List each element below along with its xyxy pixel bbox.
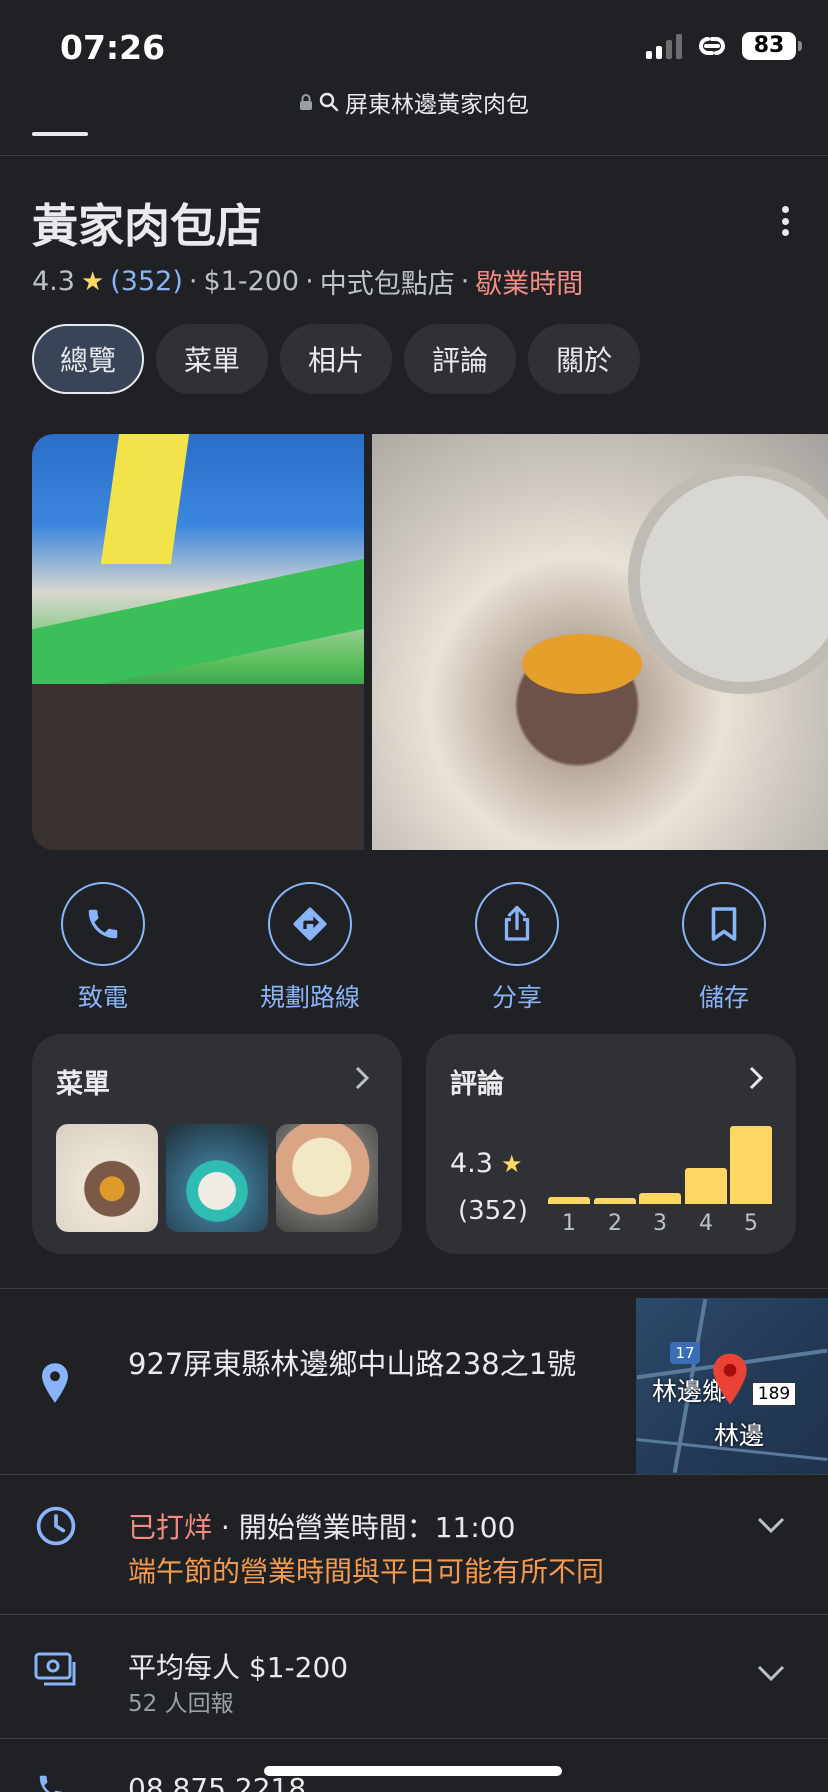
histogram-label-4: 4 <box>699 1211 713 1236</box>
phone-icon <box>61 882 145 966</box>
star-icon: ★ <box>80 266 105 297</box>
hours-separator: · <box>220 1511 230 1544</box>
map-thumbnail[interactable]: 17 林邊鄉 189 林邊 <box>636 1298 828 1474</box>
hours-status[interactable]: 歇業時間 <box>475 262 583 301</box>
directions-label: 規劃路線 <box>259 983 360 1012</box>
star-icon: ★ <box>500 1149 523 1178</box>
storefront-photo[interactable] <box>32 434 364 850</box>
section-divider <box>0 1474 828 1475</box>
active-tab-indicator <box>32 132 88 136</box>
cellular-signal-icon <box>646 33 682 59</box>
histogram-label-5: 5 <box>744 1211 758 1236</box>
closed-status: 已打烊 <box>128 1511 213 1544</box>
reviews-rating: 4.3 ★ <box>450 1148 522 1179</box>
menu-card-title: 菜單 <box>56 1069 110 1100</box>
histogram-label-3: 3 <box>653 1211 667 1236</box>
meta-separator: · <box>460 266 470 297</box>
address-bar[interactable]: 屏東林邊黃家肉包 <box>0 84 828 120</box>
action-bar: 致電 規劃路線 分享 儲存 <box>0 882 828 1012</box>
hours-summary[interactable]: 已打烊 · 開始營業時間：11:00 <box>128 1506 515 1546</box>
menu-thumbnail[interactable] <box>276 1124 378 1232</box>
histogram-bar-5 <box>730 1126 772 1204</box>
share-icon <box>475 882 559 966</box>
header-divider <box>0 155 828 156</box>
review-count-link[interactable]: (352) <box>110 266 183 297</box>
lock-icon <box>300 94 312 110</box>
rating-histogram: 1 2 3 4 5 <box>548 1100 772 1236</box>
save-label: 儲存 <box>698 983 749 1012</box>
share-label: 分享 <box>491 983 542 1012</box>
tab-menu[interactable]: 菜單 <box>156 324 269 394</box>
price-per-person: 平均每人 $1-200 <box>128 1651 349 1684</box>
meta-separator: · <box>305 266 314 297</box>
price-range: $1-200 <box>203 266 300 297</box>
map-pin-icon <box>713 1353 747 1405</box>
holiday-hours-note: 端午節的營業時間與平日可能有所不同 <box>128 1555 605 1588</box>
route-shield: 189 <box>752 1382 796 1406</box>
status-time: 07:26 <box>60 28 166 67</box>
personal-hotspot-icon <box>694 33 730 59</box>
histogram-bar-2 <box>594 1198 636 1204</box>
tab-overview[interactable]: 總覽 <box>32 324 145 394</box>
search-query: 屏東林邊黃家肉包 <box>345 92 529 118</box>
call-button[interactable]: 致電 <box>23 882 183 1014</box>
route-shield: 17 <box>670 1342 700 1364</box>
tab-about[interactable]: 關於 <box>528 324 641 394</box>
reviews-card-title: 評論 <box>450 1069 504 1100</box>
menu-thumbnail[interactable] <box>166 1124 268 1232</box>
place-title: 黃家肉包店 <box>32 199 262 253</box>
bookmark-icon <box>682 882 766 966</box>
chevron-right-icon <box>749 1066 764 1090</box>
directions-icon <box>268 882 352 966</box>
category: 中式包點店 <box>319 269 455 300</box>
status-icons: 83 <box>646 32 802 60</box>
money-icon <box>34 1652 76 1686</box>
opening-time: 開始營業時間：11:00 <box>238 1511 516 1544</box>
histogram-label-2: 2 <box>608 1211 622 1236</box>
section-divider <box>0 1288 828 1289</box>
rating-value: 4.3 <box>32 266 75 297</box>
tab-reviews[interactable]: 評論 <box>404 324 517 394</box>
menu-thumbnail[interactable] <box>56 1124 158 1232</box>
section-divider <box>0 1738 828 1739</box>
address-text[interactable]: 927屏東縣林邊鄉中山路238之1號 <box>128 1344 598 1384</box>
home-indicator[interactable] <box>264 1766 562 1776</box>
histogram-label-1: 1 <box>562 1211 576 1236</box>
reviews-card[interactable]: 評論 4.3 ★ (352) 1 2 3 4 5 <box>426 1034 796 1254</box>
tab-photos[interactable]: 相片 <box>280 324 393 394</box>
reviews-rating-value: 4.3 <box>450 1148 493 1179</box>
clock-icon <box>36 1506 76 1546</box>
meta-separator: · <box>188 266 198 297</box>
status-bar: 07:26 83 <box>0 0 828 90</box>
place-meta: 4.3 ★ (352) · $1-200 · 中式包點店 · 歇業時間 <box>32 262 583 301</box>
directions-button[interactable]: 規劃路線 <box>230 882 390 1014</box>
battery-indicator: 83 <box>742 32 802 60</box>
food-photo[interactable] <box>372 434 828 850</box>
chevron-right-icon <box>355 1066 370 1090</box>
price-reports: 52 人回報 <box>128 1691 234 1717</box>
phone-icon <box>39 1775 63 1792</box>
histogram-bar-1 <box>548 1197 590 1204</box>
call-label: 致電 <box>77 983 128 1012</box>
histogram-bar-3 <box>639 1193 681 1204</box>
more-options-icon[interactable] <box>780 206 790 236</box>
reviews-count: (352) <box>458 1196 528 1226</box>
menu-card[interactable]: 菜單 <box>32 1034 402 1254</box>
location-pin-icon <box>42 1363 68 1403</box>
map-label-station: 林邊 <box>714 1421 765 1450</box>
share-button[interactable]: 分享 <box>437 882 597 1014</box>
search-icon <box>319 92 339 112</box>
tab-bar: 總覽 菜單 相片 評論 關於 <box>32 324 641 394</box>
histogram-bar-4 <box>685 1168 727 1204</box>
section-divider <box>0 1614 828 1615</box>
chevron-down-icon[interactable] <box>756 1664 786 1682</box>
chevron-down-icon[interactable] <box>756 1516 786 1534</box>
save-button[interactable]: 儲存 <box>644 882 804 1014</box>
